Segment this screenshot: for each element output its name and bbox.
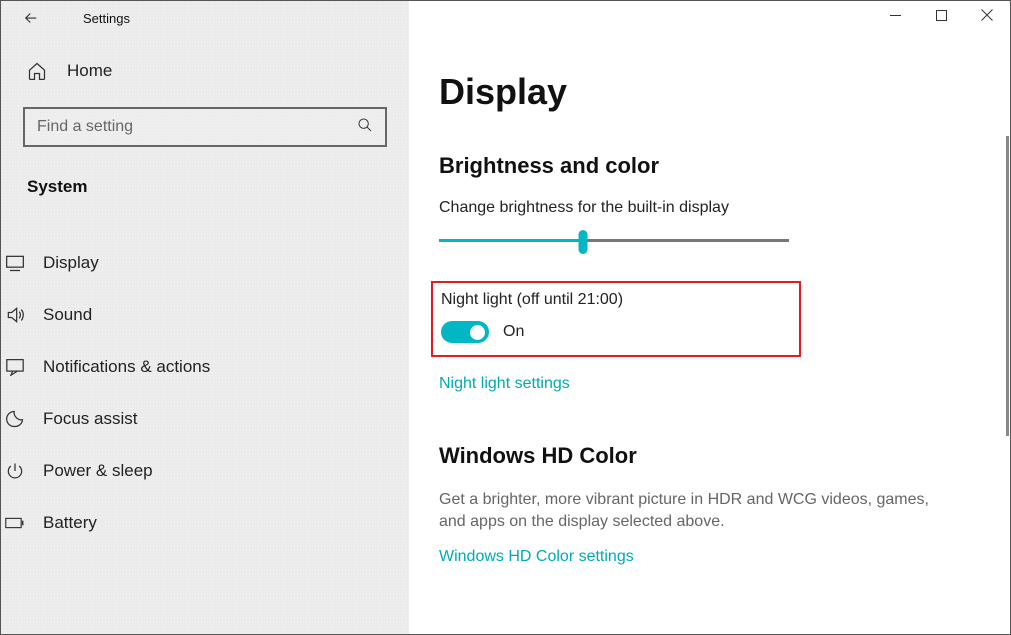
- toggle-state-label: On: [503, 323, 524, 341]
- back-button[interactable]: [11, 1, 51, 35]
- hd-color-heading: Windows HD Color: [439, 443, 980, 469]
- home-icon: [27, 61, 47, 81]
- titlebar: Settings: [1, 1, 1010, 35]
- hd-color-settings-link[interactable]: Windows HD Color settings: [439, 548, 980, 566]
- sidebar-item-label: Notifications & actions: [43, 357, 210, 377]
- scrollbar[interactable]: [1006, 136, 1009, 436]
- sidebar-item-power[interactable]: Power & sleep: [0, 445, 431, 497]
- page-title: Display: [439, 61, 980, 113]
- sound-icon: [5, 305, 25, 325]
- sidebar-item-label: Sound: [43, 305, 92, 325]
- toggle-thumb: [470, 325, 485, 340]
- hd-color-description: Get a brighter, more vibrant picture in …: [439, 489, 959, 534]
- slider-fill: [439, 239, 583, 242]
- minimize-icon: [890, 10, 901, 21]
- search-icon: [357, 117, 373, 138]
- brightness-label: Change brightness for the built-in displ…: [439, 199, 980, 217]
- sidebar-item-label: Focus assist: [43, 409, 137, 429]
- home-button[interactable]: Home: [23, 61, 387, 81]
- sidebar-item-label: Display: [43, 253, 99, 273]
- app-title: Settings: [83, 11, 130, 26]
- home-label: Home: [67, 61, 112, 81]
- night-light-label: Night light (off until 21:00): [441, 291, 791, 309]
- sidebar-item-label: Power & sleep: [43, 461, 153, 481]
- night-light-toggle-row: On: [441, 321, 791, 343]
- sidebar-section-label: System: [23, 177, 387, 197]
- search-input[interactable]: Find a setting: [23, 107, 387, 147]
- power-icon: [5, 461, 25, 481]
- sidebar-item-sound[interactable]: Sound: [0, 289, 431, 341]
- notifications-icon: [5, 357, 25, 377]
- display-icon: [5, 253, 25, 273]
- sidebar-item-battery[interactable]: Battery: [0, 497, 431, 549]
- sidebar: Home Find a setting System Display Sound: [1, 1, 409, 634]
- search-placeholder: Find a setting: [37, 118, 357, 136]
- night-light-settings-link[interactable]: Night light settings: [439, 375, 980, 393]
- arrow-left-icon: [22, 9, 40, 27]
- sidebar-item-focus[interactable]: Focus assist: [0, 393, 431, 445]
- sidebar-item-display[interactable]: Display: [0, 237, 431, 289]
- sidebar-item-notifications[interactable]: Notifications & actions: [0, 341, 431, 393]
- close-button[interactable]: [964, 1, 1010, 29]
- night-light-toggle[interactable]: [441, 321, 489, 343]
- maximize-button[interactable]: [918, 1, 964, 29]
- maximize-icon: [936, 10, 947, 21]
- night-light-highlight: Night light (off until 21:00) On: [431, 281, 801, 357]
- caption-buttons: [872, 1, 1010, 35]
- brightness-slider[interactable]: [439, 229, 789, 253]
- moon-icon: [5, 409, 25, 429]
- sidebar-item-label: Battery: [43, 513, 97, 533]
- brightness-heading: Brightness and color: [439, 153, 980, 179]
- content-area: Display Brightness and color Change brig…: [409, 1, 1010, 634]
- nav-list: Display Sound Notifications & actions Fo…: [0, 237, 431, 549]
- close-icon: [981, 9, 993, 21]
- slider-thumb[interactable]: [578, 230, 587, 254]
- battery-icon: [5, 513, 25, 533]
- minimize-button[interactable]: [872, 1, 918, 29]
